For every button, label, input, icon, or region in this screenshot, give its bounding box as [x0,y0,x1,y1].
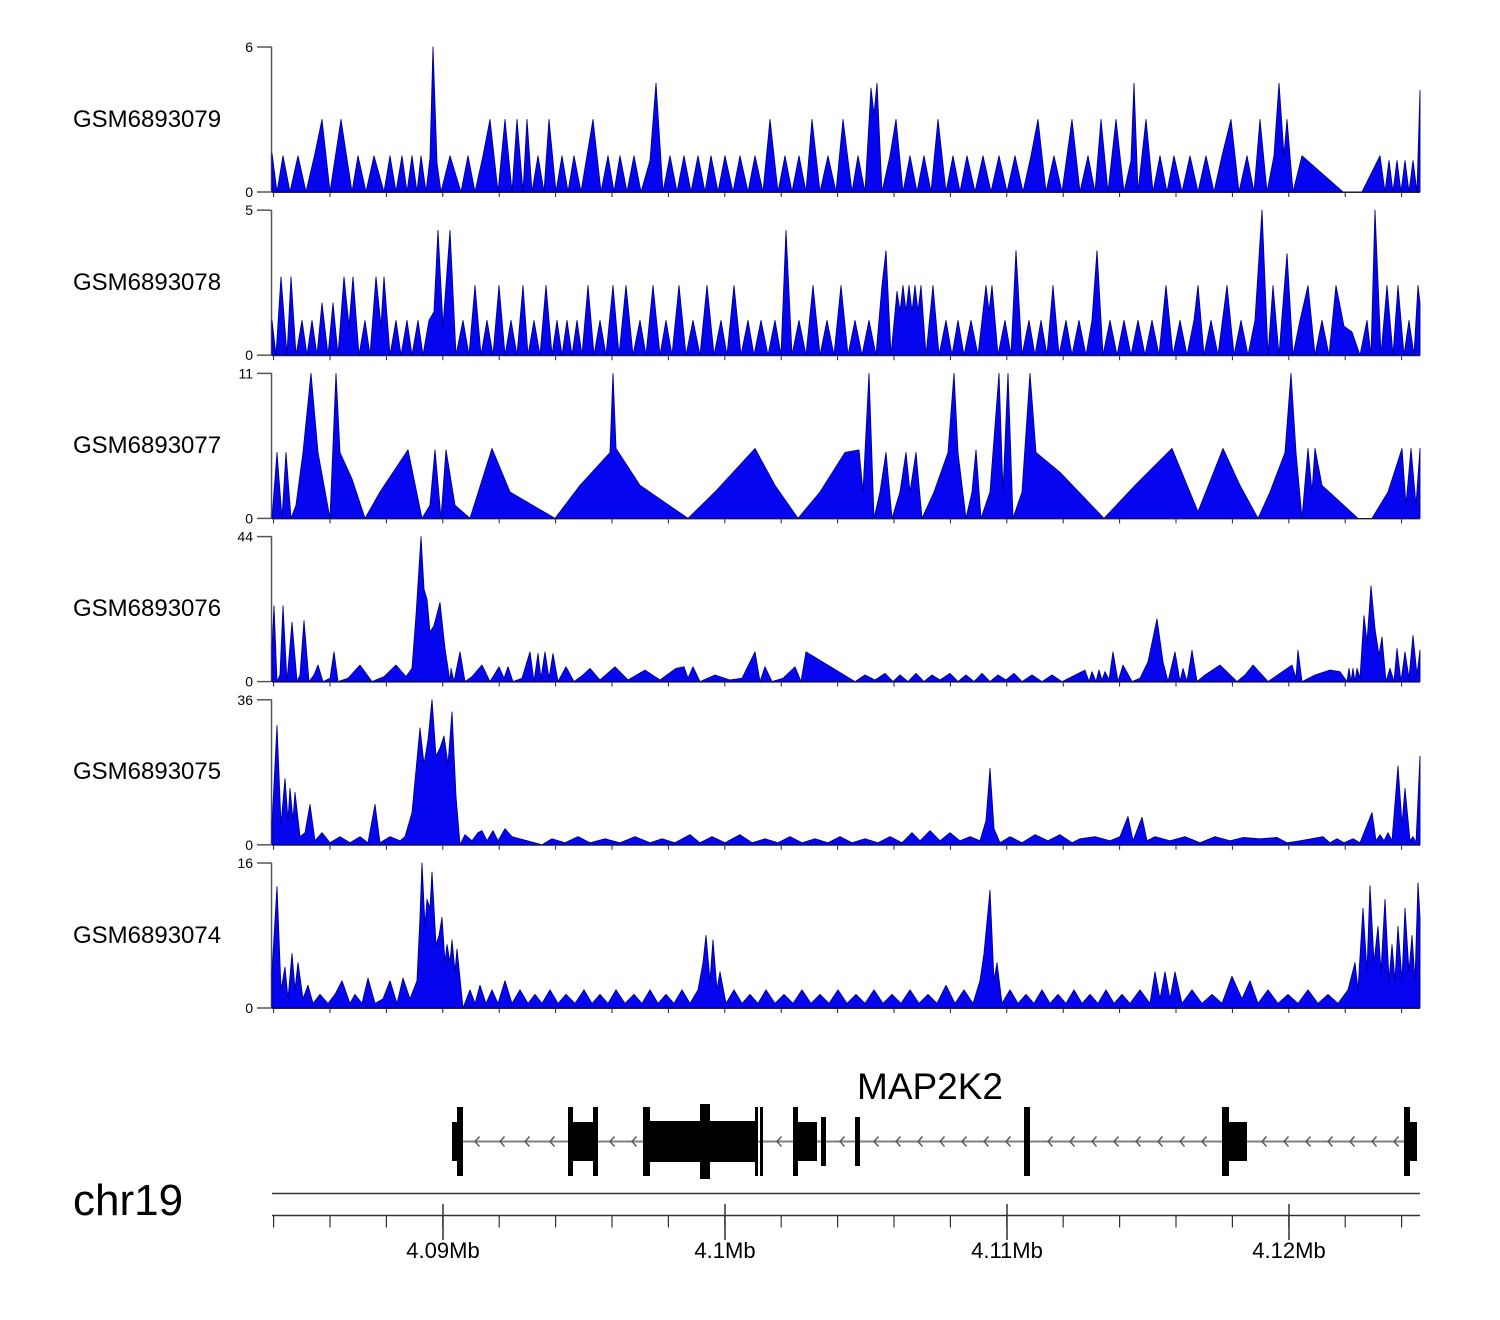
track-label: GSM6893077 [73,432,221,460]
gene-exon-block [700,1104,710,1179]
coverage-area [272,863,1420,1008]
scale-tick-label: 4.11Mb [971,1238,1043,1263]
y-axis-zero-label: 0 [245,184,253,200]
y-axis-max-label: 6 [245,39,253,55]
y-axis-max-label: 11 [238,365,253,381]
y-axis-zero-label: 0 [245,1000,253,1016]
gene-exon-block [1406,1122,1417,1161]
track-label: GSM6893074 [73,922,221,950]
gene-exon-block [1227,1122,1247,1161]
gene-exon-block [568,1107,573,1176]
track-label: GSM6893075 [73,758,221,786]
gene-exon-block [643,1107,650,1176]
y-axis-max-label: 36 [237,692,253,708]
gene-exon-block [796,1122,817,1161]
track-label: GSM6893078 [73,269,221,297]
scale-tick-label: 4.12Mb [1252,1238,1325,1263]
y-axis-zero-label: 0 [245,674,253,690]
gene-exon-block [821,1117,826,1166]
y-axis-max-label: 44 [237,529,253,545]
y-axis-max-label: 16 [237,855,253,871]
coverage-area [272,373,1420,518]
gene-exon-block [643,1121,755,1162]
chromosome-label: chr19 [73,1176,183,1226]
coverage-area [272,47,1420,192]
gene-exon-block [755,1107,758,1176]
tracks-canvas: 6 0 5 0 11 0 44 0 36 0 16 0 4.09Mb 4.1Mb 4.11Mb 4.12Mb [0,0,1500,1320]
gene-exon-block [760,1107,763,1176]
track-label: GSM6893076 [73,595,221,623]
gene-exon-block [855,1117,860,1166]
scale-tick-label: 4.1Mb [694,1238,755,1263]
genome-browser-figure: 60501104403601604.09Mb4.1Mb4.11Mb4.12Mb … [0,0,1500,1320]
y-axis-max-label: 5 [245,202,253,218]
y-axis-zero-label: 0 [245,510,253,526]
coverage-area [272,700,1420,845]
coverage-area [272,537,1420,682]
coverage-area [272,210,1420,355]
gene-name-label: MAP2K2 [857,1066,1003,1108]
y-axis-zero-label: 0 [245,347,253,363]
track-label: GSM6893079 [73,106,221,134]
y-axis-zero-label: 0 [245,837,253,853]
scale-tick-label: 4.09Mb [406,1238,479,1263]
gene-exon-block [1024,1107,1030,1176]
gene-exon-block [457,1107,463,1176]
gene-exon-block [593,1107,598,1176]
